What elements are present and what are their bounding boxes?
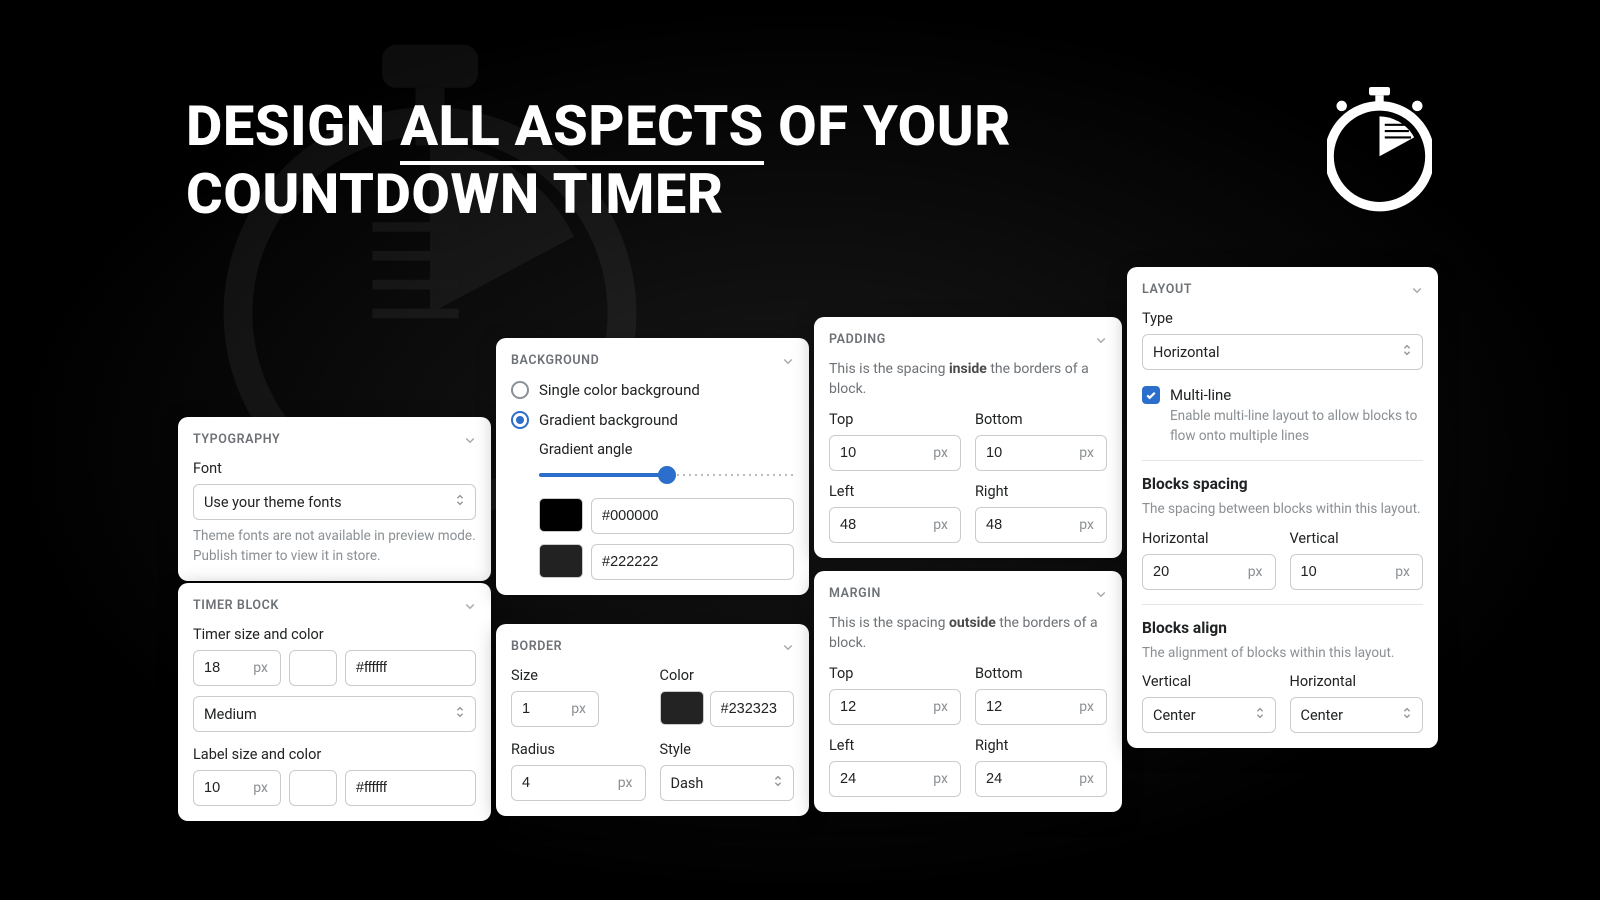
layout-header: LAYOUT <box>1142 282 1192 297</box>
margin-desc: This is the spacing outside the borders … <box>829 614 1107 653</box>
padding-top-input[interactable]: px <box>829 435 961 471</box>
page-title: DESIGN ALL ASPECTS OF YOUR COUNTDOWN TIM… <box>186 92 1011 229</box>
border-size-input[interactable]: px <box>511 691 599 727</box>
border-color-swatch[interactable] <box>660 691 704 725</box>
margin-right-label: Right <box>975 737 1107 754</box>
margin-left-label: Left <box>829 737 961 754</box>
border-radius-input[interactable]: px <box>511 765 646 801</box>
select-caret-icon <box>1255 706 1265 724</box>
border-style-select[interactable]: Dash <box>660 765 795 801</box>
blocks-align-title: Blocks align <box>1142 619 1423 637</box>
timer-block-header: TIMER BLOCK <box>193 598 279 613</box>
align-h-select[interactable]: Center <box>1290 697 1424 733</box>
padding-bottom-input[interactable]: px <box>975 435 1107 471</box>
align-v-select[interactable]: Center <box>1142 697 1276 733</box>
blocks-align-help: The alignment of blocks within this layo… <box>1142 644 1423 664</box>
border-size-label: Size <box>511 667 646 684</box>
timer-block-panel: TIMER BLOCK Timer size and color px Medi… <box>178 583 491 821</box>
timer-color-swatch-input[interactable] <box>289 650 337 686</box>
font-help-text: Theme fonts are not available in preview… <box>193 527 476 566</box>
timer-size-label: Timer size and color <box>193 626 476 643</box>
border-header: BORDER <box>511 639 562 654</box>
margin-right-input[interactable]: px <box>975 761 1107 797</box>
gradient-color1-swatch[interactable] <box>539 498 583 532</box>
chevron-down-icon[interactable] <box>1095 588 1107 600</box>
margin-header: MARGIN <box>829 586 881 601</box>
typography-header: TYPOGRAPHY <box>193 432 280 447</box>
gradient-angle-slider[interactable] <box>539 466 794 484</box>
layout-type-select[interactable]: Horizontal <box>1142 334 1423 370</box>
background-header: BACKGROUND <box>511 353 599 368</box>
margin-top-label: Top <box>829 665 961 682</box>
multiline-checkbox[interactable] <box>1142 386 1160 404</box>
align-v-label: Vertical <box>1142 673 1276 690</box>
spacing-h-label: Horizontal <box>1142 530 1276 547</box>
margin-left-input[interactable]: px <box>829 761 961 797</box>
layout-panel: LAYOUT Type Horizontal Multi-line Enable… <box>1127 267 1438 748</box>
padding-panel: PADDING This is the spacing inside the b… <box>814 317 1122 558</box>
padding-left-label: Left <box>829 483 961 500</box>
multiline-help: Enable multi-line layout to allow blocks… <box>1170 407 1423 446</box>
margin-bottom-label: Bottom <box>975 665 1107 682</box>
spacing-h-input[interactable]: px <box>1142 554 1276 590</box>
bg-single-radio[interactable]: Single color background <box>511 381 794 399</box>
select-caret-icon <box>1402 706 1412 724</box>
chevron-down-icon[interactable] <box>1095 334 1107 346</box>
timer-weight-select[interactable]: Medium <box>193 696 476 732</box>
gradient-angle-label: Gradient angle <box>539 441 794 458</box>
padding-left-input[interactable]: px <box>829 507 961 543</box>
check-icon <box>1145 389 1157 401</box>
margin-top-input[interactable]: px <box>829 689 961 725</box>
select-caret-icon <box>455 493 465 511</box>
border-radius-label: Radius <box>511 741 646 758</box>
align-h-label: Horizontal <box>1290 673 1424 690</box>
gradient-color2-input[interactable] <box>591 544 794 580</box>
label-color-swatch-input[interactable] <box>289 770 337 806</box>
timer-size-input[interactable]: px <box>193 650 281 686</box>
padding-right-label: Right <box>975 483 1107 500</box>
chevron-down-icon[interactable] <box>464 434 476 446</box>
margin-panel: MARGIN This is the spacing outside the b… <box>814 571 1122 812</box>
spacing-v-label: Vertical <box>1290 530 1424 547</box>
background-panel: BACKGROUND Single color background Gradi… <box>496 338 809 595</box>
gradient-color1-input[interactable] <box>591 498 794 534</box>
chevron-down-icon[interactable] <box>1411 284 1423 296</box>
label-size-input[interactable]: px <box>193 770 281 806</box>
radio-unchecked-icon <box>511 381 529 399</box>
select-caret-icon <box>1402 343 1412 361</box>
chevron-down-icon[interactable] <box>782 355 794 367</box>
padding-bottom-label: Bottom <box>975 411 1107 428</box>
label-color-input[interactable] <box>345 770 476 806</box>
chevron-down-icon[interactable] <box>464 600 476 612</box>
padding-top-label: Top <box>829 411 961 428</box>
padding-header: PADDING <box>829 332 886 347</box>
stopwatch-logo-icon <box>1327 85 1432 215</box>
select-caret-icon <box>773 774 783 792</box>
bg-gradient-radio[interactable]: Gradient background <box>511 411 794 429</box>
padding-right-input[interactable]: px <box>975 507 1107 543</box>
margin-bottom-input[interactable]: px <box>975 689 1107 725</box>
border-style-label: Style <box>660 741 795 758</box>
radio-checked-icon <box>511 411 529 429</box>
multiline-label: Multi-line <box>1170 386 1423 404</box>
select-caret-icon <box>455 705 465 723</box>
padding-desc: This is the spacing inside the borders o… <box>829 360 1107 399</box>
gradient-color2-swatch[interactable] <box>539 544 583 578</box>
blocks-spacing-title: Blocks spacing <box>1142 475 1423 493</box>
layout-type-label: Type <box>1142 310 1423 327</box>
timer-color-input[interactable] <box>345 650 476 686</box>
border-color-input[interactable] <box>710 691 795 727</box>
typography-panel: TYPOGRAPHY Font Use your theme fonts The… <box>178 417 491 581</box>
spacing-v-input[interactable]: px <box>1290 554 1424 590</box>
font-select[interactable]: Use your theme fonts <box>193 484 476 520</box>
blocks-spacing-help: The spacing between blocks within this l… <box>1142 500 1423 520</box>
border-color-label: Color <box>660 667 795 684</box>
font-label: Font <box>193 460 476 477</box>
border-panel: BORDER Size px Color Radius px <box>496 624 809 816</box>
chevron-down-icon[interactable] <box>782 641 794 653</box>
label-size-label: Label size and color <box>193 746 476 763</box>
